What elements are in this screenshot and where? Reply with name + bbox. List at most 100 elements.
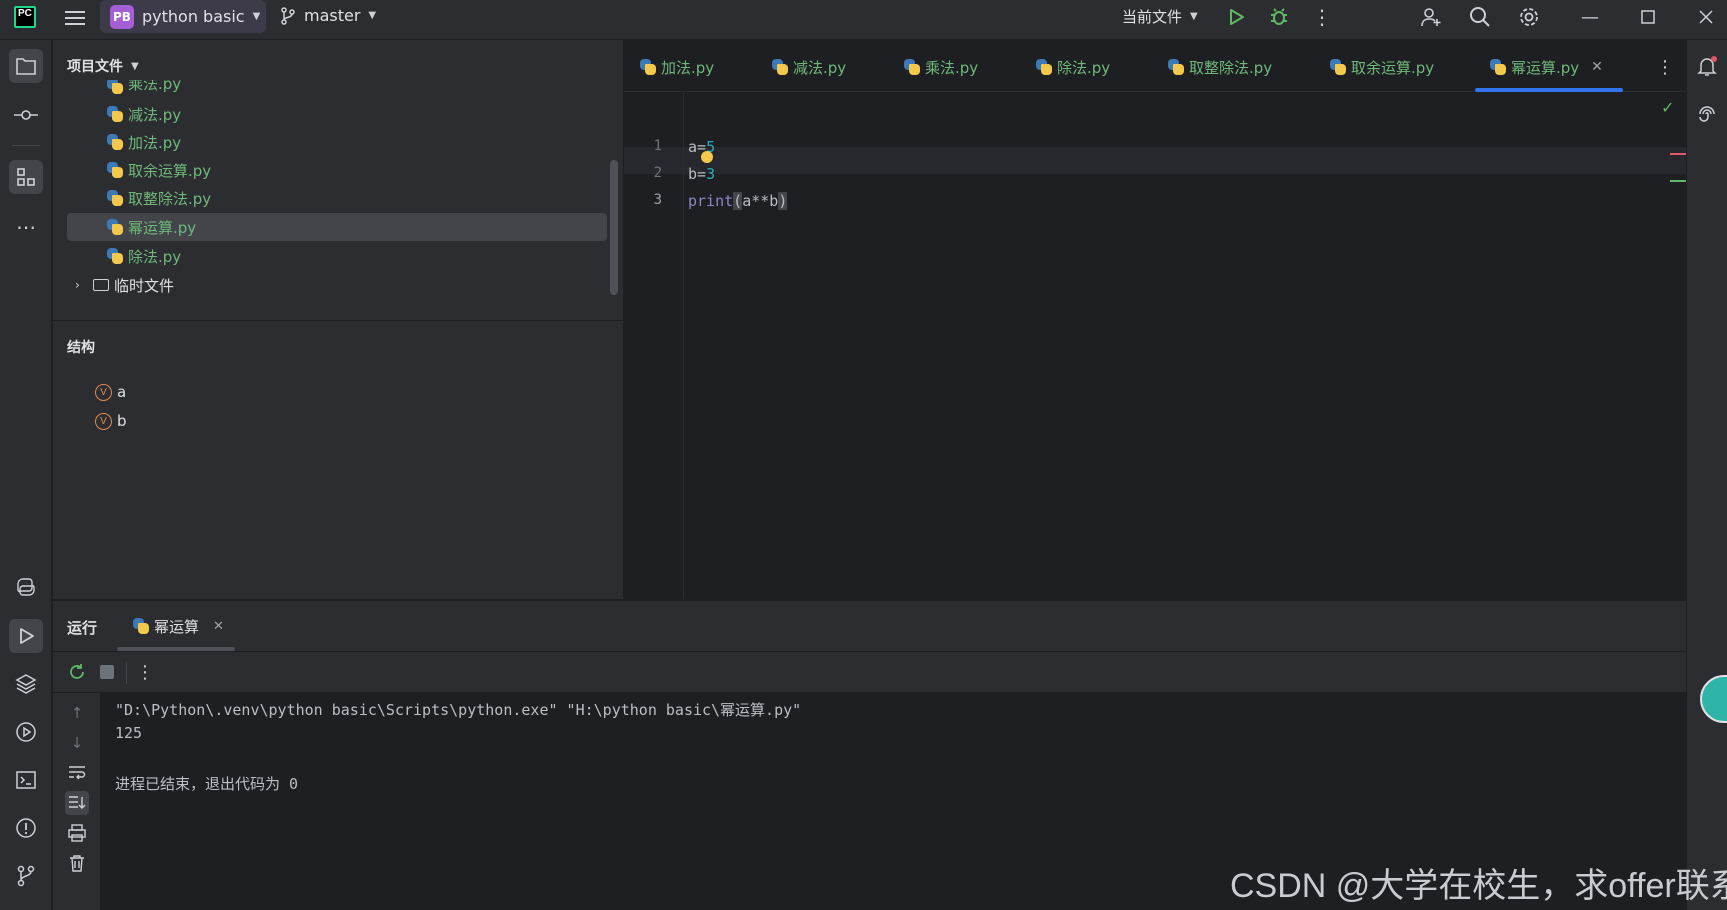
git-branch-icon (281, 6, 295, 25)
variable-icon: V (95, 383, 112, 401)
project-badge: PB (110, 4, 134, 29)
tree-file-row[interactable]: 减法.py (67, 100, 607, 128)
python-file-icon (107, 248, 123, 264)
more-horizontal-icon[interactable]: ⋯ (9, 210, 43, 244)
editor-tab[interactable]: 除法.py (1036, 54, 1110, 80)
editor-tab[interactable]: 乘法.py (904, 54, 978, 80)
search-icon[interactable] (1467, 4, 1493, 30)
console-side-toolbar: ↑ ↓ (53, 693, 101, 910)
structure-item-label: b (117, 412, 127, 430)
logo-text: PC (18, 8, 32, 19)
services-icon[interactable] (9, 715, 43, 749)
variable-icon: V (95, 412, 112, 430)
notifications-bell-icon[interactable] (1690, 49, 1724, 83)
trash-icon[interactable] (65, 851, 89, 875)
structure-panel-title: 结构 (67, 340, 95, 356)
current-line-highlight (624, 147, 1686, 174)
python-file-icon (772, 59, 788, 75)
run-panel-header: 运行 幂运算 ✕ (53, 601, 1686, 651)
more-vertical-icon[interactable]: ⋮ (133, 660, 157, 684)
python-file-icon (107, 134, 123, 150)
project-name: python basic (142, 7, 245, 26)
maximize-icon[interactable] (1635, 4, 1661, 30)
tree-file-row[interactable]: 取整除法.py (67, 184, 607, 212)
problems-icon[interactable] (9, 811, 43, 845)
python-file-icon (1168, 59, 1184, 75)
error-stripe-marker[interactable] (1670, 153, 1686, 155)
arrow-up-icon[interactable]: ↑ (65, 701, 89, 725)
python-console-icon[interactable] (9, 570, 43, 604)
line-number: 2 (653, 165, 662, 181)
structure-item[interactable]: V a (95, 383, 126, 401)
branch-switcher[interactable]: master ▼ (280, 6, 376, 25)
file-name: 加法.py (128, 133, 182, 152)
arrow-down-icon[interactable]: ↓ (65, 731, 89, 755)
print-icon[interactable] (65, 821, 89, 845)
close-window-icon[interactable] (1693, 4, 1719, 30)
console-exit-line: 进程已结束，退出代码为 0 (115, 775, 299, 793)
structure-icon[interactable] (9, 160, 43, 194)
debug-icon[interactable] (1266, 4, 1292, 30)
no-problems-check-icon[interactable]: ✓ (1661, 98, 1674, 117)
minimize-icon[interactable]: — (1577, 4, 1603, 30)
settings-gear-icon[interactable] (1516, 4, 1542, 30)
tree-file-row[interactable]: 取余运算.py (67, 156, 607, 184)
code-paren: ( (733, 192, 743, 210)
editor-tab[interactable]: 取整除法.py (1168, 54, 1272, 80)
run-tab[interactable]: 幂运算 ✕ (133, 613, 224, 639)
stop-icon[interactable] (95, 660, 119, 684)
tree-folder-row[interactable]: › 临时文件 (67, 271, 607, 299)
soft-wrap-icon[interactable] (65, 761, 89, 785)
line-number: 3 (653, 192, 662, 208)
editor-tab[interactable]: 加法.py (640, 54, 714, 80)
file-name: 乘法.py (128, 80, 182, 93)
tabs-more-icon[interactable]: ⋮ (1656, 54, 1674, 80)
run-tool-icon[interactable] (9, 619, 43, 653)
code-token: a**b (742, 192, 779, 210)
console-command-line: "D:\Python\.venv\python basic\Scripts\py… (115, 701, 802, 719)
main-menu-icon[interactable] (63, 7, 87, 31)
intention-bulb-icon[interactable] (701, 151, 713, 163)
project-switcher[interactable]: PB python basic ▼ (100, 0, 266, 33)
tree-file-row[interactable]: 除法.py (67, 242, 607, 270)
terminal-icon[interactable] (9, 763, 43, 797)
run-config-selector[interactable]: 当前文件 ▼ (1122, 6, 1198, 27)
folder-icon (93, 279, 109, 291)
tab-label: 取整除法.py (1189, 58, 1273, 77)
close-run-tab-icon[interactable]: ✕ (213, 619, 224, 634)
project-panel-title[interactable]: 项目文件 ▼ (67, 56, 139, 76)
tab-label: 幂运算.py (1511, 58, 1580, 77)
code-line-2[interactable]: b=3 (688, 165, 715, 183)
editor-tab[interactable]: 减法.py (772, 54, 846, 80)
run-icon[interactable] (1223, 4, 1249, 30)
code-number: 3 (706, 165, 716, 183)
code-with-me-icon[interactable] (1418, 4, 1444, 30)
tree-file-row-selected[interactable]: 幂运算.py (67, 213, 607, 241)
tree-file-row[interactable]: 乘法.py (67, 80, 607, 94)
layers-icon[interactable] (9, 667, 43, 701)
project-panel: 项目文件 ▼ 乘法.py 减法.py 加法.py 取余运算.py 取整除法.py… (53, 40, 623, 320)
version-control-icon[interactable] (9, 859, 43, 893)
code-line-3[interactable]: print(a**b) (688, 192, 788, 210)
editor-tab-active[interactable]: 幂运算.py ✕ (1490, 54, 1603, 80)
more-vertical-icon[interactable]: ⋮ (1309, 4, 1335, 30)
structure-item-label: a (117, 383, 127, 401)
structure-item[interactable]: V b (95, 412, 127, 430)
tree-file-row[interactable]: 加法.py (67, 128, 607, 156)
pycharm-logo-icon[interactable]: PC (14, 6, 36, 28)
project-scrollbar[interactable] (610, 160, 618, 295)
change-stripe-marker[interactable] (1670, 180, 1686, 182)
ai-assistant-icon[interactable] (1690, 97, 1724, 131)
project-folder-icon[interactable] (9, 49, 43, 83)
python-file-icon (1490, 59, 1506, 75)
close-tab-icon[interactable]: ✕ (1591, 59, 1603, 75)
scroll-to-end-icon[interactable] (65, 791, 89, 815)
file-name: 减法.py (128, 105, 182, 124)
commit-icon[interactable] (9, 98, 43, 132)
chevron-right-icon[interactable]: › (75, 278, 93, 292)
folder-name: 临时文件 (114, 276, 175, 295)
file-name: 除法.py (128, 247, 182, 266)
rerun-icon[interactable] (65, 660, 89, 684)
structure-panel: 结构 V a V b (53, 320, 623, 599)
editor-tab[interactable]: 取余运算.py (1330, 54, 1434, 80)
